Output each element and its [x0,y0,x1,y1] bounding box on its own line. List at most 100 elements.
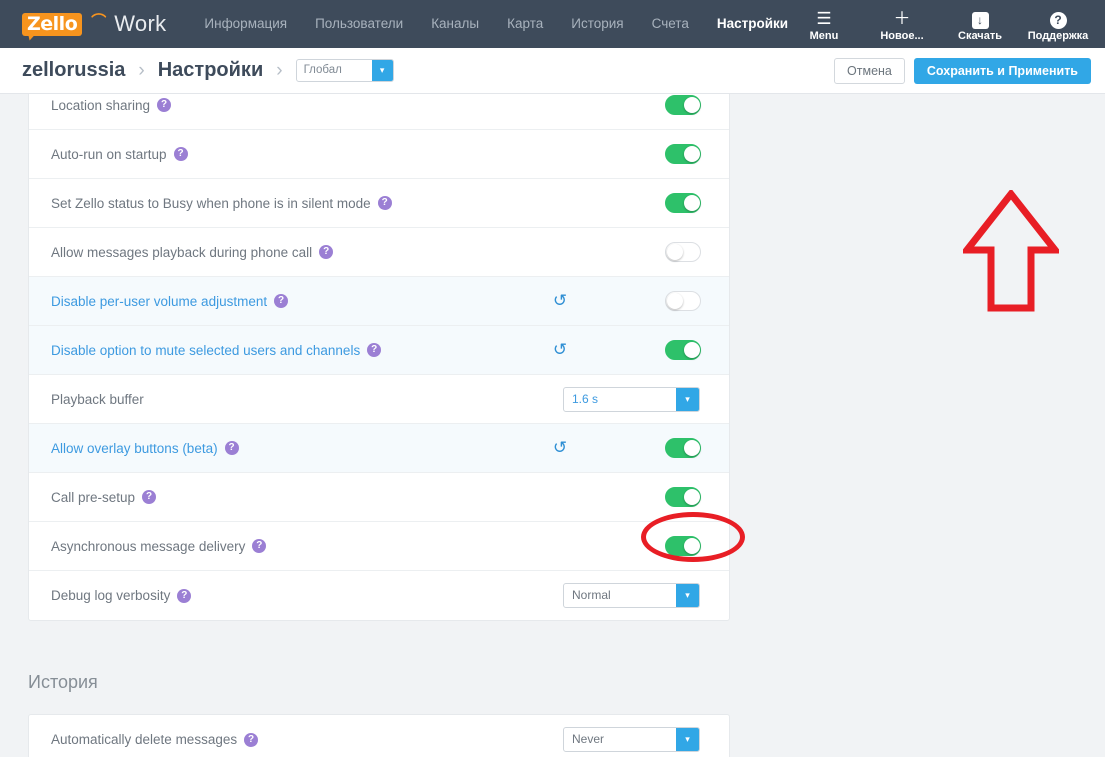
save-and-apply-button[interactable]: Сохранить и Применить [913,57,1091,84]
reset-undo-icon[interactable]: ↺ [549,340,571,360]
setting-control [665,179,715,227]
reset-undo-icon[interactable]: ↺ [549,438,571,458]
toggle-knob [684,538,700,554]
toggle-busy-in-silent-mode[interactable] [665,193,701,213]
download-button[interactable]: ↓ Скачать [941,6,1019,43]
setting-control [665,473,715,521]
setting-label-text: Playback buffer [51,391,144,407]
nav-link-informaciya[interactable]: Информация [190,0,301,48]
scope-select[interactable]: Глобал ▾ [295,59,394,82]
setting-control [665,326,715,374]
setting-control: Never ▾ [563,715,715,757]
setting-control [665,228,715,276]
setting-row-auto-run-on-startup[interactable]: Auto-run on startup ? [29,130,729,179]
setting-row-disable-mute-option[interactable]: Disable option to mute selected users an… [29,326,729,375]
setting-row-busy-in-silent-mode[interactable]: Set Zello status to Busy when phone is i… [29,179,729,228]
question-help-icon[interactable]: ? [367,343,382,357]
setting-control [665,130,715,178]
question-help-icon[interactable]: ? [377,196,392,210]
select-debug-log-verbosity[interactable]: Normal ▾ [563,583,700,608]
page-title: Настройки [157,59,264,81]
setting-row-location-sharing[interactable]: Location sharing ? [29,94,729,130]
toggle-knob [667,293,683,309]
red-up-arrow [963,190,1059,312]
support-button[interactable]: ? Поддержка [1019,6,1097,43]
question-help-icon[interactable]: ? [177,588,192,603]
menu-button[interactable]: ☰ Menu [785,6,863,43]
signal-wave-icon: ⌒ [91,12,107,30]
select-playback-buffer[interactable]: 1.6 s ▾ [563,386,700,412]
brand-logo[interactable]: Zello ⌒ Work [0,0,176,48]
nav-link-istoriya[interactable]: История [557,0,637,48]
question-help-icon[interactable]: ? [173,147,188,161]
nav-link-karta[interactable]: Карта [493,0,557,48]
new-button[interactable]: ＋ Новое... [863,6,941,43]
question-help-icon[interactable]: ? [157,98,172,112]
toggle-disable-mute-option[interactable] [665,340,701,360]
question-help-icon[interactable]: ? [244,732,259,747]
setting-row-playback-buffer[interactable]: Playback buffer 1.6 s ▾ [29,375,729,424]
setting-label-text: Call pre-setup [51,489,136,505]
breadcrumb-separator-icon: › [138,59,145,81]
toggle-auto-run-on-startup[interactable] [665,144,701,164]
zello-logo-mark: Zello [22,12,83,41]
section-title-history: История [28,672,98,692]
history-card: Automatically delete messages ? Never ▾ [28,714,730,757]
setting-label-text: Allow messages playback during phone cal… [51,244,313,260]
chevron-down-icon: ▾ [371,60,393,81]
setting-label: Auto-run on startup ? [51,147,188,162]
setting-label-text: Auto-run on startup [51,146,167,162]
toggle-knob [667,244,683,260]
setting-row-playback-during-call[interactable]: Allow messages playback during phone cal… [29,228,729,277]
download-icon: ↓ [941,9,1019,29]
question-help-icon[interactable]: ? [224,441,239,455]
select-auto-delete-messages[interactable]: Never ▾ [563,727,700,752]
setting-label: Allow messages playback during phone cal… [51,244,334,260]
cancel-button[interactable]: Отмена [834,57,905,84]
settings-content: Location sharing ? Auto-run on startup ?… [0,94,1105,757]
setting-control: Normal ▾ [563,571,715,620]
toggle-knob [684,97,700,113]
setting-row-auto-delete-messages[interactable]: Automatically delete messages ? Never ▾ [29,715,729,757]
setting-row-call-pre-setup[interactable]: Call pre-setup ? [29,473,729,522]
toggle-call-pre-setup[interactable] [665,487,701,507]
toggle-knob [684,195,700,211]
settings-card: Location sharing ? Auto-run on startup ?… [28,94,730,621]
toggle-async-message-delivery[interactable] [665,536,701,556]
setting-control [665,277,715,325]
question-help-icon[interactable]: ? [142,490,157,504]
setting-row-disable-per-user-volume[interactable]: Disable per-user volume adjustment ? ↺ [29,277,729,326]
support-label: Поддержка [1027,29,1089,42]
setting-label-text: Set Zello status to Busy when phone is i… [51,195,371,211]
toggle-disable-per-user-volume[interactable] [665,291,701,311]
toggle-allow-overlay-buttons[interactable] [665,438,701,458]
question-help-icon[interactable]: ? [252,539,267,553]
speech-bubble-tail-icon [28,33,36,41]
toggle-knob [684,146,700,162]
toggle-playback-during-call[interactable] [665,242,701,262]
nav-link-kanaly[interactable]: Каналы [417,0,493,48]
reset-undo-icon[interactable]: ↺ [549,291,571,311]
question-circle-icon: ? [1019,9,1097,29]
setting-label-text: Location sharing [51,97,151,113]
setting-label: Location sharing ? [51,97,172,113]
chevron-down-icon: ▾ [676,728,699,751]
nav-link-scheta[interactable]: Счета [638,0,703,48]
setting-row-debug-log-verbosity[interactable]: Debug log verbosity ? Normal ▾ [29,571,729,620]
question-help-icon[interactable]: ? [274,294,289,308]
breadcrumb-org[interactable]: zellorussia [22,59,125,82]
setting-label-text: Asynchronous message delivery [51,538,246,554]
setting-row-async-message-delivery[interactable]: Asynchronous message delivery ? [29,522,729,571]
setting-row-allow-overlay-buttons[interactable]: Allow overlay buttons (beta) ? ↺ [29,424,729,473]
setting-label: Automatically delete messages ? [51,732,259,747]
logo-text: Zello [27,12,78,35]
setting-label: Allow overlay buttons (beta) ? [51,441,239,456]
nav-link-polzovateli[interactable]: Пользователи [301,0,417,48]
setting-label-text: Automatically delete messages [51,732,238,747]
toggle-location-sharing[interactable] [665,95,701,115]
setting-control [665,522,715,570]
setting-label-text: Debug log verbosity [51,588,171,603]
select-value: 1.6 s [572,391,599,406]
breadcrumb-separator-icon-2: › [276,59,283,81]
question-help-icon[interactable]: ? [319,245,334,259]
